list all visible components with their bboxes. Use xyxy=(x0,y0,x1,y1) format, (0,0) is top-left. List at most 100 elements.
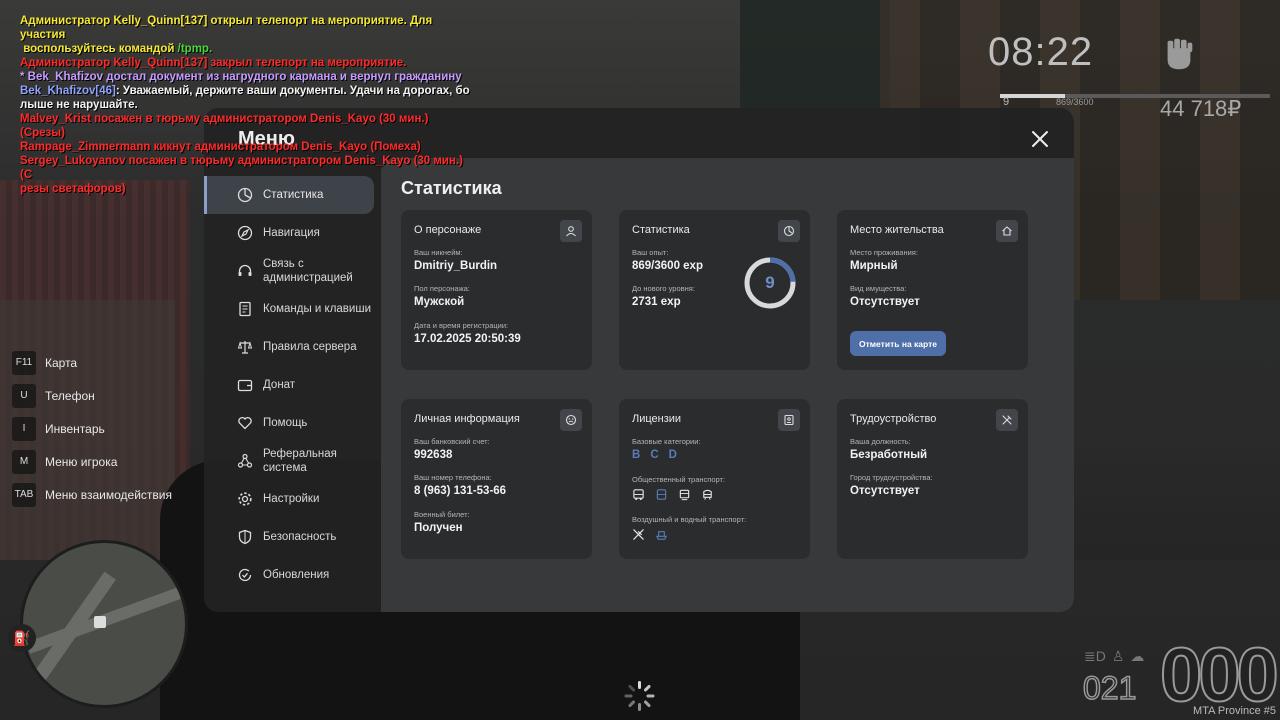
nav-item-settings[interactable]: Настройки xyxy=(204,480,374,518)
card-title: Лицензии xyxy=(632,413,682,425)
stats-content: Статистика О персонаже Ваш никнейм: Dmit… xyxy=(381,158,1074,612)
key-label: Меню взаимодействия xyxy=(45,487,172,502)
chat-line: Rampage_Zimmermann кикнут администраторо… xyxy=(20,140,470,154)
field-label: Вид имущества: xyxy=(850,284,907,293)
key-hint: U Телефон xyxy=(12,379,172,412)
home-icon xyxy=(996,220,1018,242)
nav-item-label: Обновления xyxy=(263,569,330,581)
nav-item-navigation[interactable]: Навигация xyxy=(204,214,374,252)
key-label: Телефон xyxy=(45,388,95,403)
registration-value: 17.02.2025 20:50:39 xyxy=(414,333,521,345)
license-category: B xyxy=(632,449,641,461)
position-field: Ваша должность: Безработный xyxy=(850,437,927,461)
registration-field: Дата и время регистрации: 17.02.2025 20:… xyxy=(414,321,521,345)
card-title: О персонаже xyxy=(414,224,482,236)
wallet-icon xyxy=(237,379,253,392)
field-label: Город трудоустройства: xyxy=(850,473,933,482)
id-card-icon xyxy=(778,409,800,431)
key-cap: U xyxy=(12,383,36,408)
card-title: Личная информация xyxy=(414,413,520,425)
boat-icon xyxy=(655,531,668,540)
vehicle-indicators: ≣D ♙ ☁ xyxy=(1084,648,1144,665)
licenses-card: Лицензии Базовые категории: BCD Обществе… xyxy=(619,399,810,559)
character-card: О персонаже Ваш никнейм: Dmitriy_Burdin … xyxy=(401,210,592,370)
face-icon xyxy=(560,409,582,431)
nav-item-label: Правила сервера xyxy=(263,341,357,353)
nav-item-label: Помощь xyxy=(263,417,308,429)
seatbelt-icon: ♙ xyxy=(1111,648,1125,664)
gear-icon xyxy=(238,492,252,506)
person-icon xyxy=(560,220,582,242)
chat-text: Sergey_Lukoyanov посажен в тюрьму админи… xyxy=(20,155,463,195)
bus-icon xyxy=(633,489,644,501)
base-categories-field: Базовые категории: BCD xyxy=(632,437,701,461)
nav-item-label: Настройки xyxy=(263,493,320,505)
residence-card: Место жительства Место проживания: Мирны… xyxy=(837,210,1028,370)
field-label: Ваш номер телефона: xyxy=(414,473,492,482)
fist-icon xyxy=(1167,38,1193,70)
field-label: Военный билет: xyxy=(414,510,470,519)
field-label: Ваш никнейм: xyxy=(414,248,463,257)
key-hint: F11 Карта xyxy=(12,346,172,379)
nav-item-contact-admin[interactable]: Связь с администрацией xyxy=(204,252,374,290)
train-icon xyxy=(703,489,712,500)
mark-on-map-button[interactable]: Отметить на карте xyxy=(850,331,946,356)
key-hint: I Инвентарь xyxy=(12,412,172,445)
field-label: Общественный транспорт: xyxy=(632,475,726,484)
shield-icon xyxy=(238,529,252,545)
gender-value: Мужской xyxy=(414,296,465,308)
map-pin-icon xyxy=(94,616,106,628)
bank-value: 992638 xyxy=(414,449,453,461)
level-value: 9 xyxy=(765,273,775,292)
key-cap: TAB xyxy=(12,482,36,507)
fuel-station-icon: ⛽ xyxy=(8,624,36,652)
chat-line: Sergey_Lukoyanov посажен в тюрьму админи… xyxy=(20,154,470,196)
trolleybus-icon xyxy=(656,489,667,500)
next-level-field: До нового уровня: 2731 exp xyxy=(632,284,695,308)
key-cap: M xyxy=(12,449,36,474)
close-icon[interactable] xyxy=(1030,129,1050,149)
public-transport-icons xyxy=(632,488,725,501)
license-category: D xyxy=(668,449,677,461)
place-field: Место проживания: Мирный xyxy=(850,248,918,272)
public-transport-field: Общественный транспорт: xyxy=(632,475,725,501)
key-cap: I xyxy=(12,416,36,441)
license-categories: BCD xyxy=(632,449,701,461)
menu-nav: Статистика Навигация Связь с администрацие… xyxy=(204,176,374,594)
field-label: Ваша должность: xyxy=(850,437,911,446)
air-water-icons xyxy=(632,528,746,541)
chat-text: * Bek_Khafizov достал документ из нагруд… xyxy=(20,71,462,83)
airplane-icon xyxy=(633,529,644,540)
employment-city-value: Отсутствует xyxy=(850,485,920,497)
field-label: Место проживания: xyxy=(850,248,918,257)
field-label: Дата и время регистрации: xyxy=(414,321,509,330)
nav-item-rules[interactable]: Правила сервера xyxy=(204,328,374,366)
key-label: Инвентарь xyxy=(45,421,105,436)
place-value: Мирный xyxy=(850,260,898,272)
scales-icon xyxy=(237,341,253,354)
hud-clock: 08:22 xyxy=(988,30,1094,74)
fuel-readout: 021 xyxy=(1082,669,1137,707)
bank-field: Ваш банковский счет: 992638 xyxy=(414,437,490,461)
air-water-transport-field: Воздушный и водный транспорт: xyxy=(632,515,746,541)
nav-item-referral[interactable]: Реферальная система xyxy=(204,442,374,480)
field-label: Пол персонажа: xyxy=(414,284,470,293)
nav-item-help[interactable]: Помощь xyxy=(204,404,374,442)
phone-field: Ваш номер телефона: 8 (963) 131-53-66 xyxy=(414,473,506,497)
exp-value: 869/3600 exp xyxy=(632,260,703,272)
compass-icon xyxy=(237,225,253,241)
nav-item-security[interactable]: Безопасность xyxy=(204,518,374,556)
field-label: Базовые категории: xyxy=(632,437,701,446)
military-field: Военный билет: Получен xyxy=(414,510,470,534)
nav-item-label: Безопасность xyxy=(263,531,337,543)
document-icon xyxy=(239,301,251,317)
employment-card: Трудоустройство Ваша должность: Безработ… xyxy=(837,399,1028,559)
nav-item-updates[interactable]: Обновления xyxy=(204,556,374,594)
nav-item-commands[interactable]: Команды и клавиши xyxy=(204,290,374,328)
personal-info-card: Личная информация Ваш банковский счет: 9… xyxy=(401,399,592,559)
key-hints: F11 Карта U Телефон I Инвентарь M Меню игрока TA… xyxy=(12,346,172,511)
network-icon xyxy=(237,453,253,468)
key-hint: M Меню игрока xyxy=(12,445,172,478)
nav-item-donate[interactable]: Донат xyxy=(204,366,374,404)
key-label: Карта xyxy=(45,355,78,370)
